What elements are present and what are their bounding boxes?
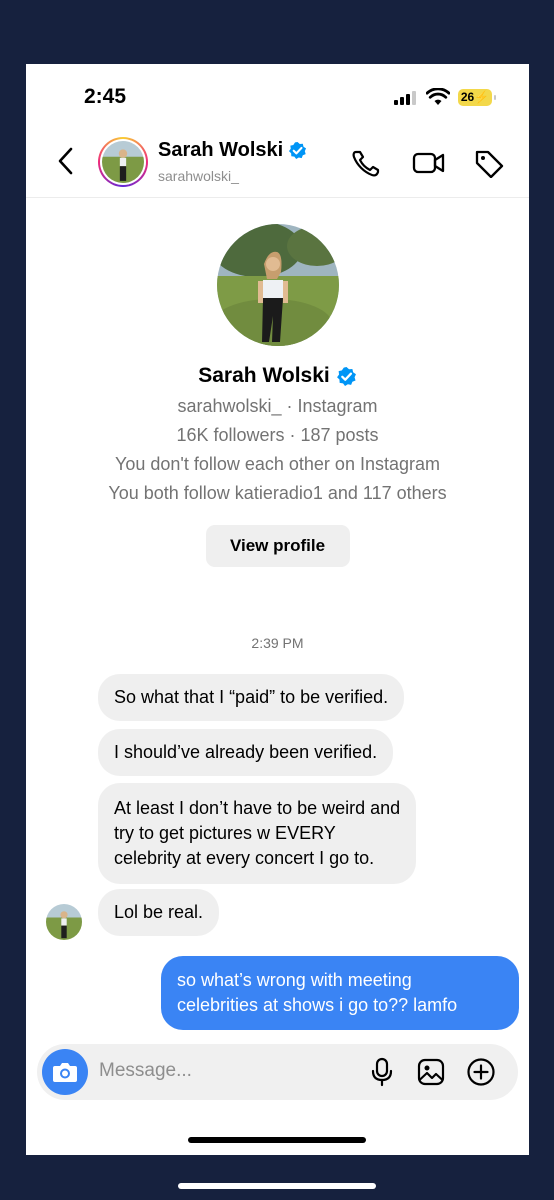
message-text-line: celebrities at shows i go to?? lamfo xyxy=(177,995,458,1015)
header-name[interactable]: Sarah Wolski xyxy=(158,139,307,162)
profile-name: Sarah Wolski xyxy=(26,364,529,388)
home-indicator[interactable] xyxy=(188,1137,366,1143)
microphone-icon[interactable] xyxy=(367,1057,397,1087)
profile-name-text: Sarah Wolski xyxy=(198,364,330,387)
message-text-line: celebrity at every concert I go to. xyxy=(114,848,375,868)
profile-stats-line: 16K followers · 187 posts xyxy=(176,425,379,445)
wifi-icon xyxy=(426,88,450,105)
profile-follow-line: You don't follow each other on Instagram xyxy=(115,454,440,474)
cellular-signal-icon xyxy=(394,91,416,105)
camera-icon xyxy=(53,1063,77,1082)
outgoing-message-bubble[interactable]: so what’s wrong with meeting celebrities… xyxy=(161,956,519,1030)
battery-level: 26 xyxy=(460,90,475,104)
message-bubble[interactable]: I should’ve already been verified. xyxy=(98,729,394,776)
profile-photo[interactable] xyxy=(216,224,339,346)
charging-bolt: ⚡ xyxy=(474,90,490,104)
message-bubble[interactable]: At least I don’t have to be weird and tr… xyxy=(98,783,417,884)
view-profile-button[interactable]: View profile xyxy=(205,525,350,567)
battery-icon: 26⚡ xyxy=(458,89,496,106)
message-bubble[interactable]: So what that I “paid” to be verified. xyxy=(98,674,405,721)
profile-handle-line: sarahwolski_ · Instagram xyxy=(177,396,378,416)
profile-card: Sarah Wolski sarahwolski_ · Instagram 16… xyxy=(26,224,529,567)
message-bubble[interactable]: Lol be real. xyxy=(98,889,220,936)
plus-icon[interactable] xyxy=(466,1057,496,1087)
tag-icon[interactable] xyxy=(472,148,506,178)
header-name-text: Sarah Wolski xyxy=(158,139,284,161)
sender-avatar[interactable] xyxy=(46,904,82,940)
outer-home-indicator xyxy=(178,1183,376,1189)
message-text: I should’ve already been verified. xyxy=(114,742,378,762)
message-input[interactable]: Message... xyxy=(99,1060,192,1082)
header-username: sarahwolski_ xyxy=(158,168,239,184)
status-time: 2:45 xyxy=(84,85,127,108)
header-avatar[interactable] xyxy=(98,137,148,187)
message-timestamp: 2:39 PM xyxy=(251,635,304,651)
profile-mutual-line: You both follow katieradio1 and 117 othe… xyxy=(108,483,447,503)
chat-header: Sarah Wolski sarahwolski_ xyxy=(26,126,529,198)
message-composer: Message... xyxy=(37,1044,518,1100)
message-text: So what that I “paid” to be verified. xyxy=(114,687,389,707)
status-bar: 2:45 26⚡ xyxy=(26,64,529,126)
back-icon[interactable] xyxy=(54,144,78,178)
verified-icon xyxy=(336,366,356,386)
phone-icon[interactable] xyxy=(350,148,384,178)
message-text-line: At least I don’t have to be weird and xyxy=(114,798,401,818)
video-icon[interactable] xyxy=(412,148,446,178)
gallery-icon[interactable] xyxy=(416,1057,446,1087)
camera-button[interactable] xyxy=(42,1049,88,1095)
verified-icon xyxy=(289,141,307,160)
message-text-line: so what’s wrong with meeting xyxy=(177,970,412,990)
message-text-line: try to get pictures w EVERY xyxy=(114,823,336,843)
phone-screen: 2:45 26⚡ Sarah Wolski sarahwolski_ Sarah… xyxy=(26,64,529,1155)
message-text: Lol be real. xyxy=(114,902,204,922)
